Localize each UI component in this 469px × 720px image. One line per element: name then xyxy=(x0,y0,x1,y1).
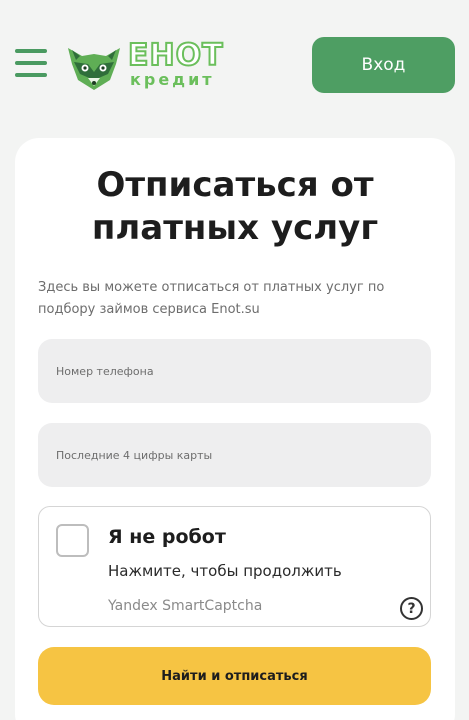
captcha-brand: Yandex SmartCaptcha xyxy=(108,598,263,614)
page-title: Отписаться от платных услуг xyxy=(15,164,455,250)
raccoon-logo-icon xyxy=(68,48,120,90)
logo-subtitle: кредит xyxy=(130,70,215,89)
smart-captcha[interactable]: Я не робот Нажмите, чтобы продолжить Yan… xyxy=(38,506,431,627)
hamburger-menu-icon[interactable] xyxy=(15,49,47,79)
help-icon[interactable]: ? xyxy=(400,597,423,620)
page-title-line1: Отписаться от xyxy=(96,165,374,205)
captcha-title: Я не робот xyxy=(108,526,226,548)
card-digits-input[interactable] xyxy=(38,423,431,487)
captcha-hint: Нажмите, чтобы продолжить xyxy=(108,562,342,580)
login-button[interactable]: Вход xyxy=(312,37,455,93)
find-and-unsubscribe-button[interactable]: Найти и отписаться xyxy=(38,647,431,705)
header: ЕНОТ кредит Вход xyxy=(0,0,469,130)
logo-name: ЕНОТ xyxy=(127,37,224,74)
logo[interactable]: ЕНОТ кредит xyxy=(64,37,224,92)
page-title-line2: платных услуг xyxy=(91,208,379,248)
captcha-checkbox[interactable] xyxy=(56,524,89,557)
unsubscribe-card: Отписаться от платных услуг Здесь вы мож… xyxy=(15,138,455,720)
phone-input[interactable] xyxy=(38,339,431,403)
description-text: Здесь вы можете отписаться от платных ус… xyxy=(38,280,385,317)
